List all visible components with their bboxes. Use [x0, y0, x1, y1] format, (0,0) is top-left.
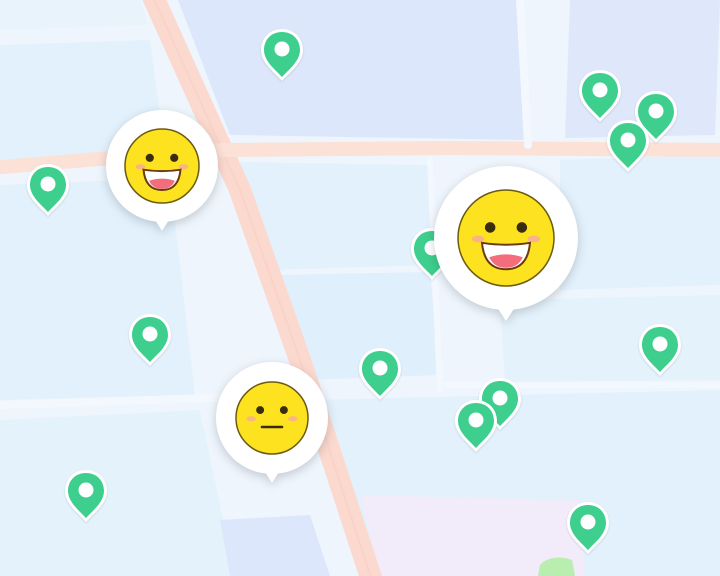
- emoji-marker-happy-large[interactable]: [434, 166, 578, 330]
- map-pin-icon[interactable]: [636, 321, 684, 379]
- map-pin-icon[interactable]: [564, 499, 612, 557]
- map-pin-icon[interactable]: [356, 345, 404, 403]
- block: [0, 410, 235, 576]
- grinning-face-icon: [457, 189, 555, 287]
- emoji-marker-neutral[interactable]: [216, 362, 328, 490]
- grinning-face-icon: [124, 128, 200, 204]
- map-pin-icon[interactable]: [62, 467, 110, 525]
- block: [178, 0, 525, 140]
- map-pin-icon[interactable]: [452, 397, 500, 455]
- map-pin-icon[interactable]: [126, 311, 174, 369]
- map-pin-icon[interactable]: [24, 161, 72, 219]
- map-pin-icon[interactable]: [258, 26, 306, 84]
- block: [560, 155, 720, 290]
- neutral-face-icon: [235, 381, 309, 455]
- block: [0, 0, 148, 30]
- block: [220, 515, 330, 576]
- map-pin-icon[interactable]: [604, 117, 652, 175]
- emoji-marker-happy-small[interactable]: [106, 110, 218, 238]
